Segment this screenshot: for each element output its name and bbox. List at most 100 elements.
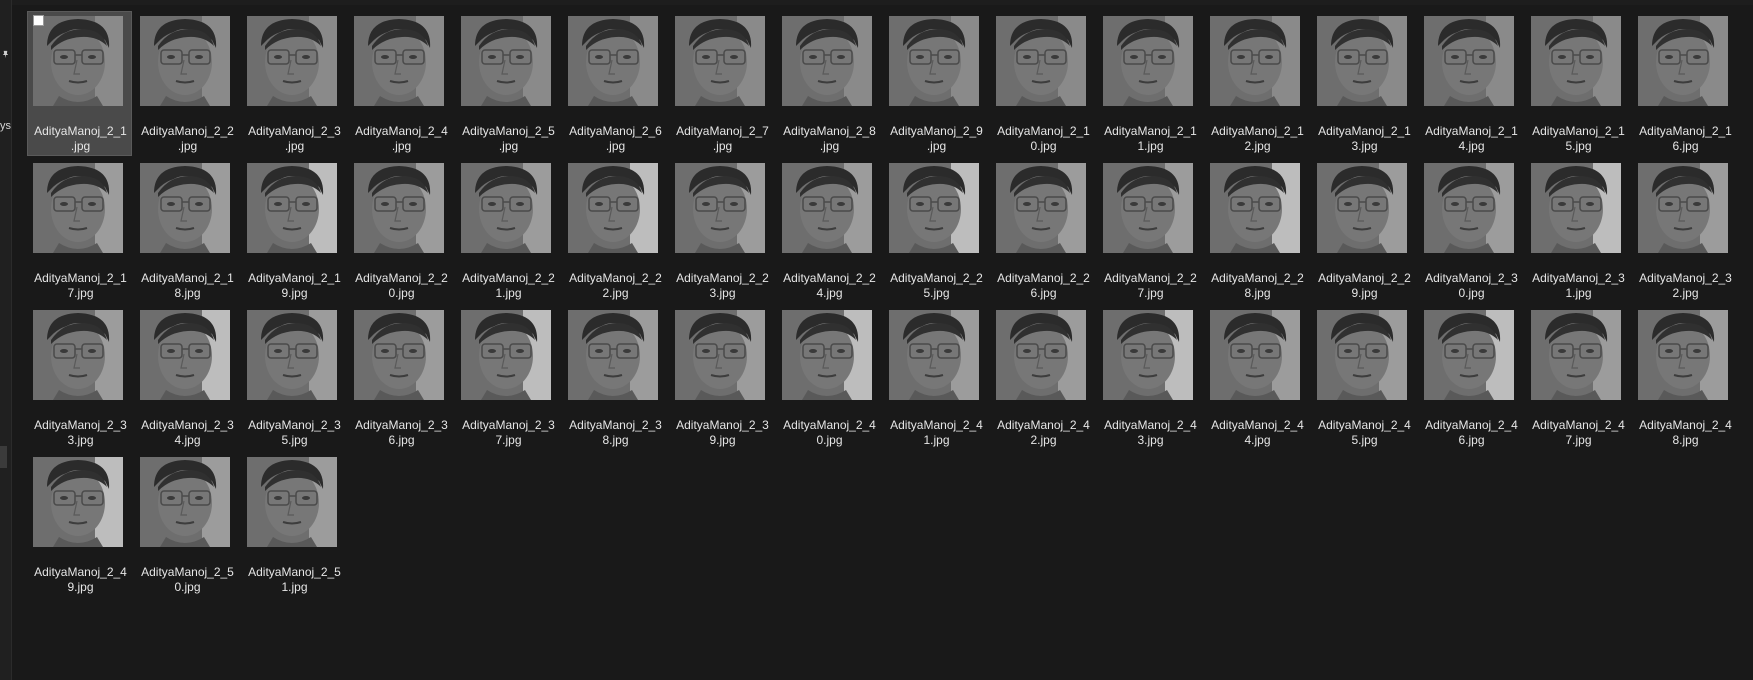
file-name[interactable]: AdityaManoj_2_4 9.jpg xyxy=(28,565,133,595)
file-item[interactable]: AdityaManoj_2_4 6.jpg xyxy=(1418,305,1523,450)
file-name[interactable]: AdityaManoj_2_2 5.jpg xyxy=(884,271,989,301)
file-item[interactable]: AdityaManoj_2_2 5.jpg xyxy=(883,158,988,303)
image-thumbnail[interactable] xyxy=(354,163,444,253)
file-name[interactable]: AdityaManoj_2_3 .jpg xyxy=(242,124,347,154)
file-item[interactable]: AdityaManoj_2_4 3.jpg xyxy=(1097,305,1202,450)
image-thumbnail[interactable] xyxy=(247,16,337,106)
image-thumbnail[interactable] xyxy=(889,163,979,253)
file-name[interactable]: AdityaManoj_2_3 4.jpg xyxy=(135,418,240,448)
image-thumbnail[interactable] xyxy=(1103,310,1193,400)
file-name[interactable]: AdityaManoj_2_2 0.jpg xyxy=(349,271,454,301)
file-item[interactable]: AdityaManoj_2_2 6.jpg xyxy=(990,158,1095,303)
file-name[interactable]: AdityaManoj_2_1 4.jpg xyxy=(1419,124,1524,154)
file-name[interactable]: AdityaManoj_2_3 9.jpg xyxy=(670,418,775,448)
file-item[interactable]: AdityaManoj_2_5 0.jpg xyxy=(134,452,239,597)
file-name[interactable]: AdityaManoj_2_4 1.jpg xyxy=(884,418,989,448)
file-name[interactable]: AdityaManoj_2_1 9.jpg xyxy=(242,271,347,301)
file-name[interactable]: AdityaManoj_2_3 0.jpg xyxy=(1419,271,1524,301)
file-name[interactable]: AdityaManoj_2_3 7.jpg xyxy=(456,418,561,448)
file-name[interactable]: AdityaManoj_2_1 6.jpg xyxy=(1633,124,1738,154)
file-name[interactable]: AdityaManoj_2_2 1.jpg xyxy=(456,271,561,301)
image-thumbnail[interactable] xyxy=(1531,16,1621,106)
image-thumbnail[interactable] xyxy=(247,163,337,253)
image-thumbnail[interactable] xyxy=(889,310,979,400)
file-item[interactable]: AdityaManoj_2_6 .jpg xyxy=(562,11,667,156)
file-name[interactable]: AdityaManoj_2_4 7.jpg xyxy=(1526,418,1631,448)
file-item[interactable]: AdityaManoj_2_4 7.jpg xyxy=(1525,305,1630,450)
file-item[interactable]: AdityaManoj_2_3 8.jpg xyxy=(562,305,667,450)
file-name[interactable]: AdityaManoj_2_2 2.jpg xyxy=(563,271,668,301)
file-item[interactable]: AdityaManoj_2_2 2.jpg xyxy=(562,158,667,303)
file-item[interactable]: AdityaManoj_2_3 7.jpg xyxy=(455,305,560,450)
image-thumbnail[interactable] xyxy=(1531,310,1621,400)
pin-icon[interactable] xyxy=(1,50,10,59)
image-thumbnail[interactable] xyxy=(1103,16,1193,106)
file-name[interactable]: AdityaManoj_2_5 1.jpg xyxy=(242,565,347,595)
image-thumbnail[interactable] xyxy=(782,310,872,400)
image-thumbnail[interactable] xyxy=(140,457,230,547)
file-name[interactable]: AdityaManoj_2_1 8.jpg xyxy=(135,271,240,301)
file-item[interactable]: AdityaManoj_2_2 9.jpg xyxy=(1311,158,1416,303)
image-thumbnail[interactable] xyxy=(1424,163,1514,253)
file-name[interactable]: AdityaManoj_2_2 9.jpg xyxy=(1312,271,1417,301)
image-thumbnail[interactable] xyxy=(889,16,979,106)
image-thumbnail[interactable] xyxy=(1317,310,1407,400)
image-thumbnail[interactable] xyxy=(33,16,123,106)
image-thumbnail[interactable] xyxy=(140,310,230,400)
image-thumbnail[interactable] xyxy=(1103,163,1193,253)
file-item[interactable]: AdityaManoj_2_4 8.jpg xyxy=(1632,305,1737,450)
file-name[interactable]: AdityaManoj_2_2 3.jpg xyxy=(670,271,775,301)
file-item[interactable]: AdityaManoj_2_2 1.jpg xyxy=(455,158,560,303)
image-thumbnail[interactable] xyxy=(247,310,337,400)
image-thumbnail[interactable] xyxy=(140,163,230,253)
file-name[interactable]: AdityaManoj_2_1 2.jpg xyxy=(1205,124,1310,154)
file-name[interactable]: AdityaManoj_2_3 6.jpg xyxy=(349,418,454,448)
file-item[interactable]: AdityaManoj_2_3 0.jpg xyxy=(1418,158,1523,303)
file-name[interactable]: AdityaManoj_2_9 .jpg xyxy=(884,124,989,154)
file-name[interactable]: AdityaManoj_2_2 8.jpg xyxy=(1205,271,1310,301)
navigation-pane-edge[interactable]: ys xyxy=(0,0,12,680)
image-thumbnail[interactable] xyxy=(33,310,123,400)
image-thumbnail[interactable] xyxy=(1210,310,1300,400)
file-name[interactable]: AdityaManoj_2_4 0.jpg xyxy=(777,418,882,448)
file-item[interactable]: AdityaManoj_2_1 6.jpg xyxy=(1632,11,1737,156)
file-item[interactable]: AdityaManoj_2_5 .jpg xyxy=(455,11,560,156)
image-thumbnail[interactable] xyxy=(996,163,1086,253)
file-item[interactable]: AdityaManoj_2_7 .jpg xyxy=(669,11,774,156)
image-thumbnail[interactable] xyxy=(33,163,123,253)
file-name[interactable]: AdityaManoj_2_4 2.jpg xyxy=(991,418,1096,448)
file-item[interactable]: AdityaManoj_2_2 0.jpg xyxy=(348,158,453,303)
file-name[interactable]: AdityaManoj_2_3 5.jpg xyxy=(242,418,347,448)
image-thumbnail[interactable] xyxy=(461,310,551,400)
file-name[interactable]: AdityaManoj_2_3 2.jpg xyxy=(1633,271,1738,301)
file-item[interactable]: AdityaManoj_2_2 3.jpg xyxy=(669,158,774,303)
image-thumbnail[interactable] xyxy=(1424,16,1514,106)
file-item[interactable]: AdityaManoj_2_1 7.jpg xyxy=(27,158,132,303)
file-item[interactable]: AdityaManoj_2_4 .jpg xyxy=(348,11,453,156)
file-item[interactable]: AdityaManoj_2_2 4.jpg xyxy=(776,158,881,303)
file-name[interactable]: AdityaManoj_2_4 .jpg xyxy=(349,124,454,154)
image-thumbnail[interactable] xyxy=(1317,16,1407,106)
file-item[interactable]: AdityaManoj_2_4 1.jpg xyxy=(883,305,988,450)
image-thumbnail[interactable] xyxy=(675,16,765,106)
file-name[interactable]: AdityaManoj_2_1 .jpg xyxy=(28,124,133,154)
file-item[interactable]: AdityaManoj_2_4 9.jpg xyxy=(27,452,132,597)
image-thumbnail[interactable] xyxy=(782,16,872,106)
file-name[interactable]: AdityaManoj_2_3 3.jpg xyxy=(28,418,133,448)
file-item[interactable]: AdityaManoj_2_3 5.jpg xyxy=(241,305,346,450)
file-name[interactable]: AdityaManoj_2_8 .jpg xyxy=(777,124,882,154)
image-thumbnail[interactable] xyxy=(1531,163,1621,253)
file-name[interactable]: AdityaManoj_2_1 1.jpg xyxy=(1098,124,1203,154)
file-item[interactable]: AdityaManoj_2_1 2.jpg xyxy=(1204,11,1309,156)
file-item[interactable]: AdityaManoj_2_2 8.jpg xyxy=(1204,158,1309,303)
image-thumbnail[interactable] xyxy=(1638,163,1728,253)
image-thumbnail[interactable] xyxy=(354,310,444,400)
file-name[interactable]: AdityaManoj_2_1 3.jpg xyxy=(1312,124,1417,154)
file-name[interactable]: AdityaManoj_2_5 0.jpg xyxy=(135,565,240,595)
file-item[interactable]: AdityaManoj_2_8 .jpg xyxy=(776,11,881,156)
file-name[interactable]: AdityaManoj_2_3 1.jpg xyxy=(1526,271,1631,301)
file-name[interactable]: AdityaManoj_2_1 5.jpg xyxy=(1526,124,1631,154)
file-item[interactable]: AdityaManoj_2_3 1.jpg xyxy=(1525,158,1630,303)
file-item[interactable]: AdityaManoj_2_3 .jpg xyxy=(241,11,346,156)
file-item[interactable]: AdityaManoj_2_4 5.jpg xyxy=(1311,305,1416,450)
